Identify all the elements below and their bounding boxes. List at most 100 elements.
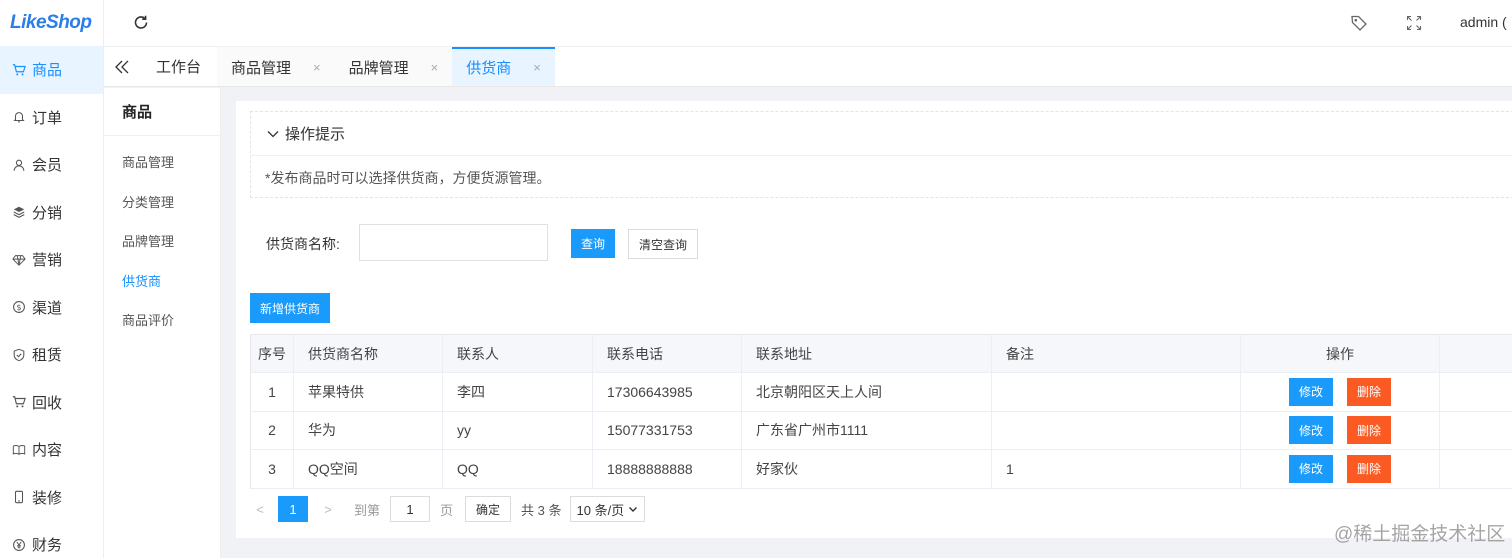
header-no: 序号 [251, 335, 294, 372]
sidebar-item-decoration[interactable]: 装修 [0, 474, 103, 522]
subnav-item-category-management[interactable]: 分类管理 [104, 182, 220, 222]
tab-label: 供货商 [466, 60, 512, 77]
subnav-item-goods-review[interactable]: 商品评价 [104, 300, 220, 340]
sidebar-item-label: 商品 [32, 62, 63, 80]
main-content: 操作提示 *发布商品时可以选择供货商，方便货源管理。 供货商名称: 查询 清空查… [236, 101, 1512, 538]
cell-filler [1440, 450, 1512, 488]
subnav-item-supplier[interactable]: 供货商 [104, 261, 220, 301]
sidebar-item-orders[interactable]: 订单 [0, 94, 103, 142]
book-icon [8, 443, 30, 457]
subnav-item-goods-management[interactable]: 商品管理 [104, 142, 220, 182]
chevron-down-icon [267, 130, 279, 137]
cell-contact: QQ [443, 450, 593, 488]
layers-icon [8, 205, 30, 219]
cell-phone: 18888888888 [593, 450, 742, 488]
tab-label: 商品管理 [231, 60, 292, 77]
delete-button[interactable]: 删除 [1347, 416, 1391, 445]
table-header: 序号 供货商名称 联系人 联系电话 联系地址 备注 操作 [251, 335, 1512, 373]
edit-button[interactable]: 修改 [1289, 454, 1333, 483]
sidebar-item-marketing[interactable]: 营销 [0, 236, 103, 284]
cell-filler [1440, 373, 1512, 411]
sidebar-item-label: 租赁 [32, 347, 63, 365]
goto-confirm-button[interactable]: 确定 [465, 496, 512, 522]
coin-icon: $ [8, 300, 30, 314]
query-button[interactable]: 查询 [571, 229, 615, 258]
edit-button[interactable]: 修改 [1289, 377, 1333, 406]
delete-button[interactable]: 删除 [1347, 377, 1391, 406]
cell-name: 华为 [294, 411, 443, 449]
sidebar-item-content[interactable]: 内容 [0, 426, 103, 474]
prev-page-button[interactable]: < [250, 502, 270, 517]
tab-workbench[interactable]: 工作台 [140, 47, 217, 86]
cell-actions: 修改 删除 [1241, 450, 1440, 488]
sidebar-item-label: 订单 [32, 109, 63, 127]
sidebar-item-members[interactable]: 会员 [0, 141, 103, 189]
refresh-icon[interactable] [132, 14, 150, 32]
main-sidebar: LikeShop 商品 订单 会员 分销 营销 $ 渠道 租赁 回收 内容 装修 [0, 0, 104, 558]
supplier-table: 序号 供货商名称 联系人 联系电话 联系地址 备注 操作 1 苹果特供 李四 1… [250, 334, 1512, 489]
sidebar-item-goods[interactable]: 商品 [0, 46, 103, 94]
subnav-item-brand-management[interactable]: 品牌管理 [104, 221, 220, 261]
yen-icon [8, 538, 30, 552]
close-icon[interactable]: × [431, 60, 439, 75]
tag-icon[interactable] [1350, 14, 1368, 32]
close-icon[interactable]: × [533, 60, 541, 75]
cell-contact: yy [443, 411, 593, 449]
sub-sidebar: 商品 商品管理 分类管理 品牌管理 供货商 商品评价 [104, 88, 221, 558]
sidebar-item-distribution[interactable]: 分销 [0, 189, 103, 237]
sidebar-item-rental[interactable]: 租赁 [0, 331, 103, 379]
close-icon[interactable]: × [313, 60, 321, 75]
table-row: 2 华为 yy 15077331753 广东省广州市1111 修改 删除 [251, 411, 1512, 450]
cart-icon [8, 63, 30, 77]
app-logo[interactable]: LikeShop [0, 0, 103, 46]
sidebar-item-label: 营销 [32, 252, 63, 270]
tips-text: *发布商品时可以选择供货商，方便货源管理。 [265, 170, 551, 186]
user-icon [8, 158, 30, 172]
cell-filler [1440, 412, 1512, 450]
table-row: 3 QQ空间 QQ 18888888888 好家伙 1 修改 删除 [251, 450, 1512, 489]
supplier-name-input[interactable] [359, 224, 548, 261]
collapse-sidebar-button[interactable] [104, 47, 140, 86]
sidebar-item-label: 装修 [32, 489, 63, 507]
delete-button[interactable]: 删除 [1347, 454, 1391, 483]
cell-note: 1 [992, 450, 1241, 488]
fullscreen-icon[interactable] [1406, 15, 1422, 31]
tab-brand-management[interactable]: 品牌管理 × [334, 47, 453, 86]
sidebar-item-channels[interactable]: $ 渠道 [0, 284, 103, 332]
cell-note [992, 373, 1241, 411]
tab-label: 品牌管理 [348, 60, 409, 77]
cell-actions: 修改 删除 [1241, 373, 1440, 411]
clear-query-button[interactable]: 清空查询 [628, 229, 698, 259]
tab-supplier[interactable]: 供货商 × [452, 47, 555, 86]
page-size-select[interactable]: 10 条/页 [569, 496, 646, 522]
sidebar-item-label: 分销 [32, 204, 63, 222]
supplier-name-label: 供货商名称: [266, 236, 340, 252]
diamond-icon [8, 253, 30, 267]
sidebar-item-finance[interactable]: 财务 [0, 521, 103, 558]
sidebar-item-recycle[interactable]: 回收 [0, 379, 103, 427]
add-supplier-button[interactable]: 新增供货商 [250, 293, 330, 323]
next-page-button[interactable]: > [318, 502, 338, 517]
sidebar-item-label: 渠道 [32, 299, 63, 317]
sub-sidebar-title: 商品 [104, 88, 220, 136]
cart-icon [8, 395, 30, 409]
chevron-down-icon [629, 507, 638, 512]
cell-no: 1 [251, 373, 294, 411]
user-menu[interactable]: admin ( [1460, 14, 1507, 30]
cell-contact: 李四 [443, 373, 593, 411]
page-size-value: 10 条/页 [576, 502, 625, 518]
sidebar-item-label: 会员 [32, 157, 63, 175]
top-header: admin ( [104, 0, 1512, 46]
double-chevron-left-icon [115, 60, 129, 73]
tab-bar: 工作台 商品管理 × 品牌管理 × 供货商 × [104, 46, 1512, 87]
edit-button[interactable]: 修改 [1289, 416, 1333, 445]
page-number-current[interactable]: 1 [278, 496, 308, 522]
svg-text:$: $ [16, 303, 21, 312]
goto-page-input[interactable]: 1 [390, 496, 431, 522]
header-name: 供货商名称 [294, 335, 443, 372]
table-row: 1 苹果特供 李四 17306643985 北京朝阳区天上人间 修改 删除 [251, 373, 1512, 412]
page-unit-label: 页 [440, 502, 454, 518]
pagination: < 1 > 到第 1 页 确定 共 3 条 10 条/页 [250, 489, 646, 529]
tab-goods-management[interactable]: 商品管理 × [217, 47, 335, 86]
tips-header[interactable]: 操作提示 [251, 112, 1512, 156]
